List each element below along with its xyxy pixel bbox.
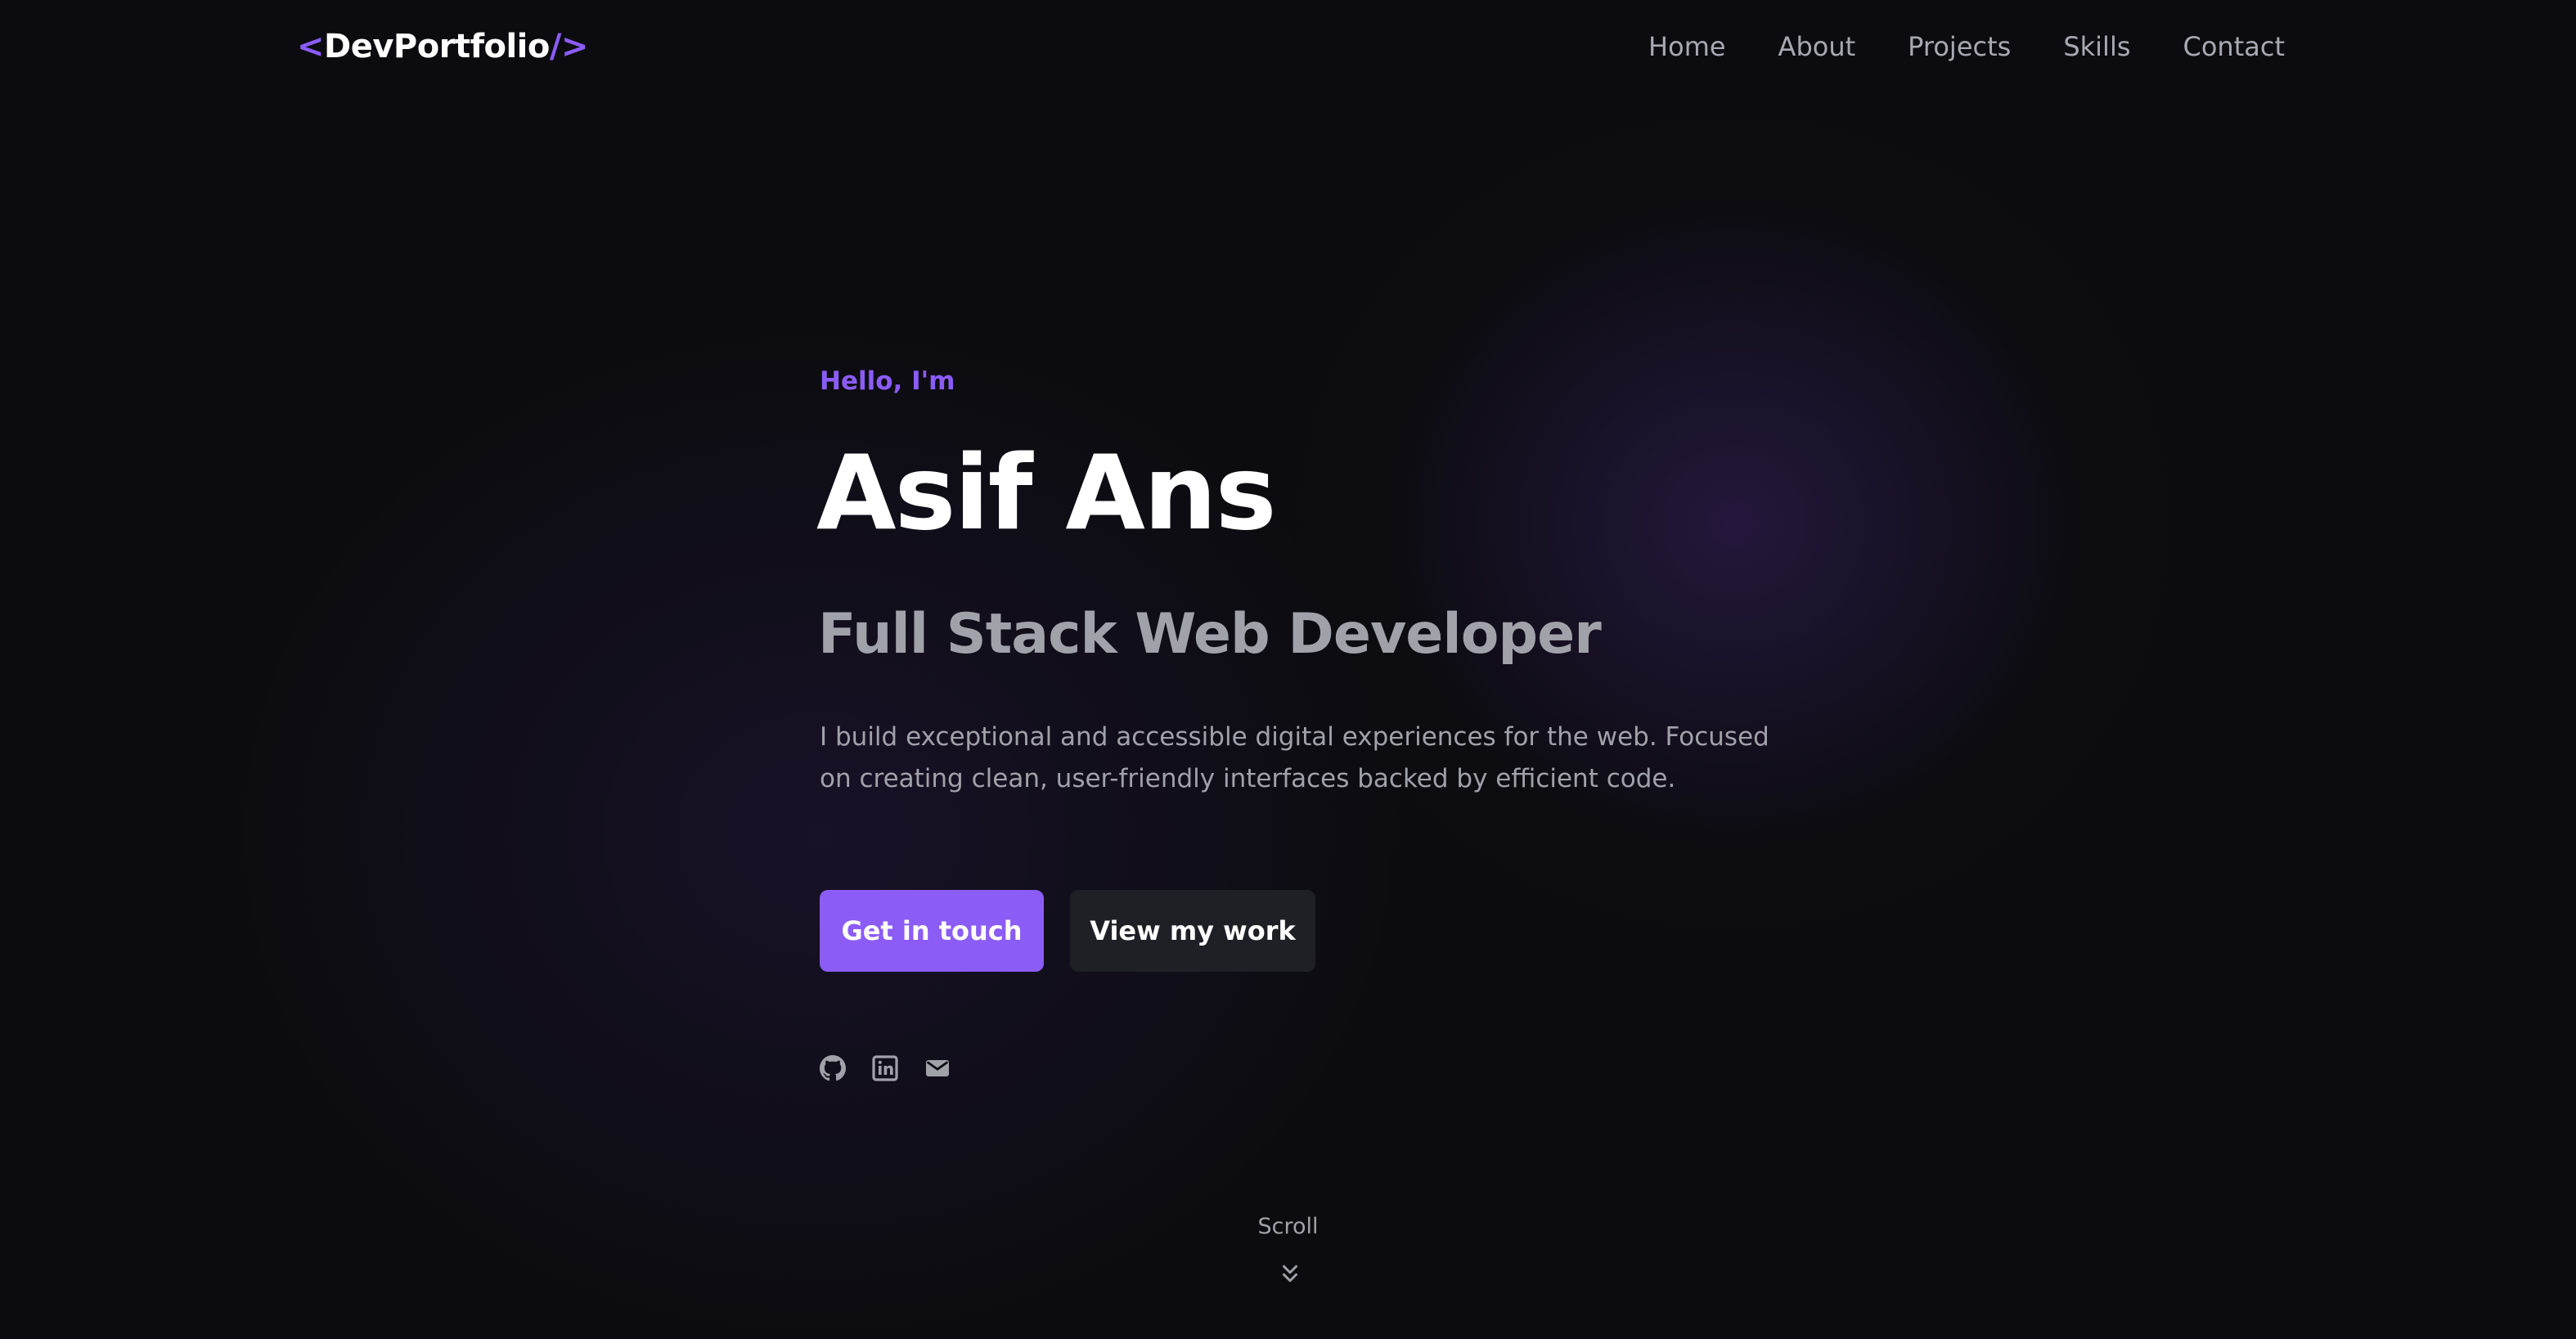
scroll-indicator[interactable]: Scroll (0, 1214, 2576, 1283)
hero-bio: I build exceptional and accessible digit… (820, 722, 1769, 793)
hero-name: Asif Ans (816, 433, 1277, 553)
github-icon[interactable] (820, 1055, 846, 1081)
main-nav: Home About Projects Skills Contact (1648, 31, 2285, 62)
portfolio-page: <DevPortfolio/> Home About Projects Skil… (0, 0, 2576, 1339)
nav-item-projects[interactable]: Projects (1908, 31, 2011, 62)
chevrons-down-icon (1283, 1265, 1297, 1283)
hero-greeting: Hello, I'm (820, 366, 955, 396)
view-my-work-button[interactable]: View my work (1070, 890, 1315, 972)
logo[interactable]: <DevPortfolio/> (297, 28, 588, 65)
nav-item-about[interactable]: About (1778, 31, 1856, 62)
logo-close-bracket: /> (549, 28, 589, 65)
social-links (820, 1055, 951, 1081)
logo-text: DevPortfolio (324, 28, 550, 65)
nav-item-contact[interactable]: Contact (2183, 31, 2286, 62)
logo-open-bracket: < (297, 28, 325, 65)
nav-item-skills[interactable]: Skills (2063, 31, 2130, 62)
linkedin-icon[interactable] (872, 1055, 898, 1081)
nav-item-home[interactable]: Home (1648, 31, 1726, 62)
mail-icon[interactable] (924, 1055, 951, 1081)
get-in-touch-button[interactable]: Get in touch (820, 890, 1044, 972)
scroll-label: Scroll (1257, 1214, 1319, 1239)
hero-role: Full Stack Web Developer (818, 602, 1602, 667)
